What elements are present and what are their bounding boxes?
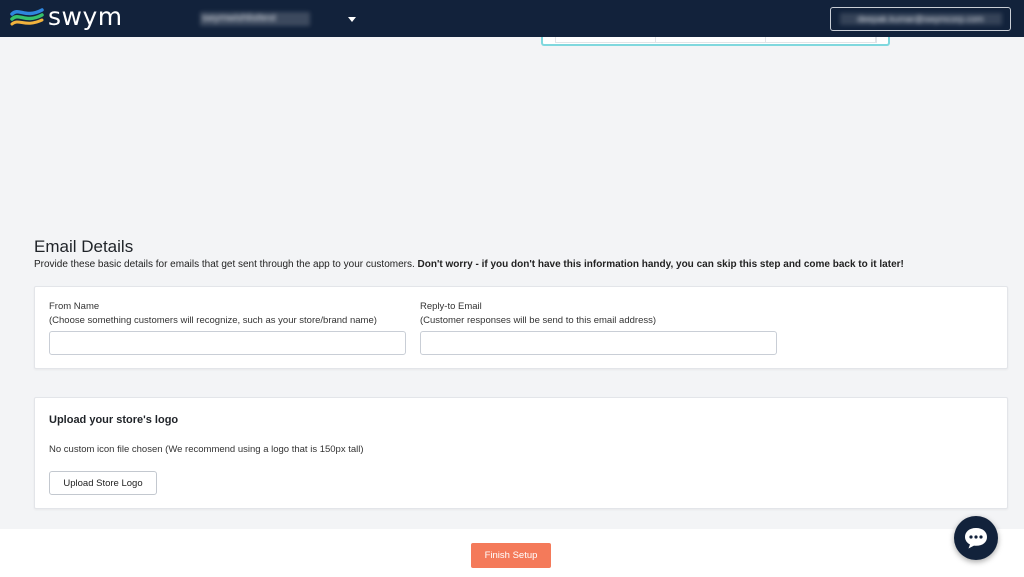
- store-name: swymwishlisttest: [200, 12, 310, 26]
- swym-logo[interactable]: swym: [10, 3, 123, 31]
- email-details-title: Email Details: [34, 237, 134, 256]
- from-name-label: From Name: [49, 301, 100, 312]
- chat-bubble-icon: [965, 528, 987, 549]
- footer-bar: Finish Setup: [0, 529, 1024, 577]
- upload-store-logo-button[interactable]: Upload Store Logo: [49, 471, 157, 495]
- preview-box-bottom-edge: [541, 37, 890, 46]
- from-name-label-group: From Name (Choose something customers wi…: [49, 300, 377, 328]
- account-email: deepak.kumar@swymcorp.com: [839, 13, 1002, 25]
- email-details-card: From Name (Choose something customers wi…: [34, 286, 1008, 369]
- top-navigation-bar: swym swymwishlisttest deepak.kumar@swymc…: [0, 0, 1024, 37]
- description-bold: Don't worry - if you don't have this inf…: [417, 259, 904, 270]
- reply-to-email-input[interactable]: [420, 331, 777, 355]
- store-logo-note: No custom icon file chosen (We recommend…: [49, 444, 364, 455]
- preview-divider: [765, 37, 766, 43]
- store-selector[interactable]: swymwishlisttest: [200, 10, 360, 28]
- from-name-input[interactable]: [49, 331, 406, 355]
- preview-box-inner: [555, 37, 876, 43]
- reply-to-hint: (Customer responses will be send to this…: [420, 315, 657, 326]
- reply-to-label: Reply-to Email: [420, 301, 482, 312]
- store-logo-title: Upload your store's logo: [49, 414, 179, 426]
- preview-divider: [655, 37, 656, 43]
- description-plain: Provide these basic details for emails t…: [34, 259, 415, 270]
- swym-logo-icon: [10, 8, 44, 26]
- reply-to-label-group: Reply-to Email (Customer responses will …: [420, 300, 656, 328]
- email-details-description: Provide these basic details for emails t…: [34, 259, 994, 270]
- from-name-hint: (Choose something customers will recogni…: [49, 315, 377, 326]
- caret-down-icon[interactable]: [348, 16, 356, 22]
- account-menu[interactable]: deepak.kumar@swymcorp.com: [830, 7, 1011, 31]
- finish-setup-button[interactable]: Finish Setup: [471, 543, 551, 568]
- preview-divider: [876, 37, 877, 43]
- chat-launcher-button[interactable]: [954, 516, 998, 560]
- logo-text: swym: [48, 2, 123, 31]
- store-logo-card: Upload your store's logo No custom icon …: [34, 397, 1008, 509]
